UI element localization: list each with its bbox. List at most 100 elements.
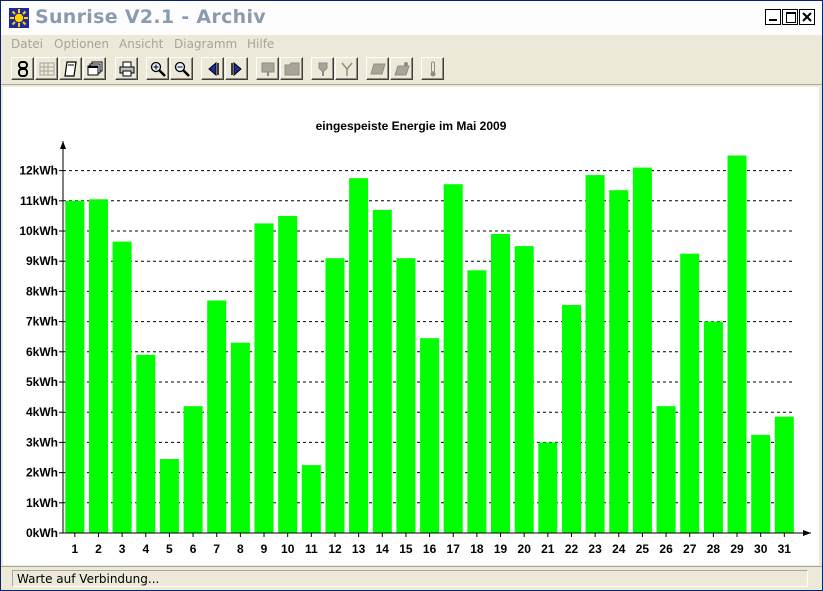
note-icon — [261, 62, 275, 76]
x-tick-label: 11 — [305, 542, 318, 556]
y-tick-label: 0kWh — [26, 526, 58, 540]
zoom-out-icon — [174, 61, 190, 77]
bar-day-24[interactable] — [609, 190, 629, 533]
maximize-button[interactable] — [782, 9, 798, 25]
folder-button[interactable] — [280, 57, 303, 80]
bar-day-11[interactable] — [301, 465, 321, 534]
bar-day-27[interactable] — [680, 253, 700, 533]
thermometer-button[interactable] — [421, 57, 444, 80]
folder-icon — [284, 62, 300, 76]
chart-title: eingespeiste Energie im Mai 2009 — [316, 119, 507, 133]
menu-optionen[interactable]: Optionen — [54, 37, 109, 51]
bar-day-23[interactable] — [585, 175, 605, 533]
bar-day-9[interactable] — [254, 223, 274, 533]
y-tick-label: 3kWh — [26, 435, 58, 449]
note-button[interactable] — [256, 57, 279, 80]
title-bar[interactable]: Sunrise V2.1 - Archiv — [1, 1, 822, 35]
bar-day-31[interactable] — [774, 416, 794, 533]
plug-icon — [318, 62, 328, 76]
bar-day-12[interactable] — [325, 258, 345, 533]
bar-day-6[interactable] — [183, 406, 203, 533]
close-icon — [802, 12, 812, 22]
arrow-right-icon — [231, 61, 242, 77]
bar-day-14[interactable] — [372, 209, 392, 533]
y-tick-label: 12kWh — [19, 164, 58, 178]
y-tick-label: 1kWh — [26, 496, 58, 510]
x-tick-labels: 1 2 3 4 5 6 7 8 9 10 11 12 13 14 15 16 17 18 19 20 21 22 23 24 2… — [71, 542, 791, 556]
bar-day-7[interactable] — [207, 300, 227, 534]
document-icon — [64, 61, 77, 77]
maximize-icon — [786, 12, 796, 23]
bar-day-3[interactable] — [112, 241, 132, 533]
y-tick-label: 2kWh — [26, 466, 58, 480]
x-tick-label: 18 — [470, 542, 484, 556]
document-button[interactable] — [59, 57, 82, 80]
next-button[interactable] — [225, 57, 248, 80]
x-axis-arrow — [803, 530, 811, 536]
bar-day-5[interactable] — [159, 459, 179, 533]
bar-day-13[interactable] — [349, 178, 369, 533]
bar-day-15[interactable] — [396, 258, 416, 533]
y-tick-label: 9kWh — [26, 254, 58, 268]
menu-datei[interactable]: Datei — [11, 37, 43, 51]
y-tick-label: 4kWh — [26, 405, 58, 419]
plug-button[interactable] — [311, 57, 334, 80]
menu-hilfe[interactable]: Hilfe — [247, 37, 274, 51]
y-tick-label: 6kWh — [26, 345, 58, 359]
windows-button[interactable] — [83, 57, 106, 80]
bar-day-4[interactable] — [136, 354, 156, 533]
x-tick-label: 28 — [707, 542, 721, 556]
connect-button[interactable] — [11, 57, 34, 80]
bar-day-2[interactable] — [89, 199, 108, 534]
bar-day-26[interactable] — [656, 406, 676, 533]
y-tick-label: 7kWh — [26, 315, 58, 329]
bar-day-10[interactable] — [278, 215, 298, 533]
panel-icon — [370, 63, 386, 75]
bar-day-18[interactable] — [467, 270, 487, 533]
bar-day-25[interactable] — [632, 167, 652, 533]
grid-button[interactable] — [35, 57, 58, 80]
antenna-button[interactable] — [335, 57, 358, 80]
x-tick-label: 13 — [352, 542, 366, 556]
x-tick-label: 30 — [754, 542, 768, 556]
x-tick-label: 22 — [565, 542, 579, 556]
x-tick-label: 23 — [588, 542, 602, 556]
bar-day-22[interactable] — [562, 305, 581, 533]
bar-day-16[interactable] — [420, 338, 440, 533]
bar-day-19[interactable] — [491, 234, 510, 533]
x-tick-label: 21 — [541, 542, 555, 556]
x-tick-label: 26 — [659, 542, 673, 556]
bar-day-8[interactable] — [230, 342, 250, 533]
energy-chart: eingespeiste Energie im Mai 2009 0kWh 1kW… — [19, 119, 811, 556]
x-tick-label: 8 — [237, 542, 244, 556]
bar-day-28[interactable] — [703, 321, 723, 533]
bar-day-21[interactable] — [538, 442, 558, 533]
x-tick-label: 6 — [190, 542, 197, 556]
bar-day-20[interactable] — [514, 246, 534, 533]
x-tick-label: 29 — [730, 542, 744, 556]
menu-bar: Datei Optionen Ansicht Diagramm Hilfe — [1, 35, 822, 55]
previous-button[interactable] — [201, 57, 224, 80]
x-tick-label: 1 — [71, 542, 78, 556]
x-tick-label: 3 — [119, 542, 126, 556]
bar-day-1[interactable] — [65, 200, 85, 534]
bar-day-17[interactable] — [443, 184, 463, 533]
x-tick-label: 24 — [612, 542, 626, 556]
menu-diagramm[interactable]: Diagramm — [174, 37, 237, 51]
sun-icon — [9, 8, 29, 28]
minimize-button[interactable] — [765, 9, 781, 25]
zoom-in-button[interactable] — [146, 57, 169, 80]
panel-sun-button[interactable] — [390, 57, 413, 80]
bar-day-29[interactable] — [727, 155, 747, 534]
bar-day-30[interactable] — [751, 434, 771, 533]
connect-icon — [18, 61, 28, 77]
panel-button[interactable] — [366, 57, 389, 80]
zoom-out-button[interactable] — [170, 57, 193, 80]
x-tick-label: 31 — [778, 542, 792, 556]
toolbar — [1, 55, 822, 85]
y-tick-label: 5kWh — [26, 375, 58, 389]
print-button[interactable] — [115, 57, 138, 80]
app-window: Sunrise V2.1 - Archiv Datei Optionen Ans… — [0, 0, 823, 591]
menu-ansicht[interactable]: Ansicht — [119, 37, 163, 51]
close-button[interactable] — [799, 9, 815, 25]
